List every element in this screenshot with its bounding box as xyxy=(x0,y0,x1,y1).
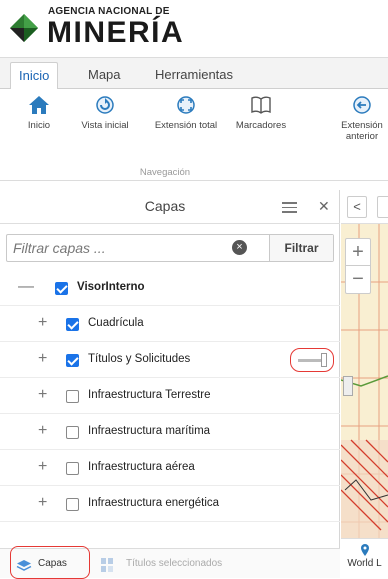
marcadores-button[interactable]: Marcadores xyxy=(232,95,290,131)
layer-label: Infraestructura energética xyxy=(88,497,220,509)
map-toolbar: < xyxy=(341,190,388,224)
full-extent-icon xyxy=(177,96,195,114)
layer-checkbox[interactable] xyxy=(66,318,79,331)
layer-checkbox[interactable] xyxy=(66,354,79,367)
layer-row: + Cuadrícula xyxy=(0,306,340,342)
zoom-control: + − xyxy=(345,238,371,294)
expand-icon[interactable]: + xyxy=(38,387,47,403)
layer-row: + Títulos y Solicitudes xyxy=(0,342,340,378)
agency-name: MINERÍA xyxy=(47,16,185,49)
capas-tab[interactable]: Capas xyxy=(38,558,67,569)
home-icon xyxy=(29,96,49,114)
layer-label: VisorInterno xyxy=(77,281,145,293)
vista-inicial-button[interactable]: Vista inicial xyxy=(72,95,138,131)
titulos-seleccionados-tab[interactable]: Títulos seleccionados xyxy=(126,558,222,569)
ribbon-tabbar: Inicio Mapa Herramientas xyxy=(0,57,388,90)
extension-anterior-label: Extensión xyxy=(341,120,383,131)
expand-icon[interactable]: + xyxy=(38,351,47,367)
layer-label: Cuadrícula xyxy=(88,317,144,329)
tab-inicio[interactable]: Inicio xyxy=(10,62,59,90)
layer-label: Títulos y Solicitudes xyxy=(88,353,191,365)
close-icon[interactable]: ✕ xyxy=(318,198,330,215)
basemap-label: World L xyxy=(347,558,382,569)
layer-label: Infraestructura marítima xyxy=(88,425,211,437)
collapse-icon[interactable]: — xyxy=(18,279,34,295)
layer-checkbox[interactable] xyxy=(66,498,79,511)
basemap-button[interactable]: World L xyxy=(341,538,388,571)
tab-mapa[interactable]: Mapa xyxy=(80,62,129,90)
map-next-button[interactable] xyxy=(377,196,388,218)
extension-anterior-label-2: anterior xyxy=(345,131,379,142)
panel-header: Capas ✕ xyxy=(0,190,340,224)
inicio-button[interactable]: Inicio xyxy=(22,95,56,131)
header: AGENCIA NACIONAL DE MINERÍA xyxy=(0,0,388,55)
extension-total-label: Extensión total xyxy=(154,120,218,131)
layer-row: + Infraestructura aérea xyxy=(0,450,340,486)
layer-label: Infraestructura Terrestre xyxy=(88,389,211,401)
layer-checkbox[interactable] xyxy=(66,390,79,403)
map-view[interactable]: < + − World L xyxy=(341,190,388,571)
layer-row: + Infraestructura energética xyxy=(0,486,340,522)
expand-icon[interactable]: + xyxy=(38,315,47,331)
slider-handle[interactable] xyxy=(321,353,327,367)
layer-row: + Infraestructura marítima xyxy=(0,414,340,450)
layer-row: + Infraestructura Terrestre xyxy=(0,378,340,414)
map-slider-handle[interactable] xyxy=(343,376,353,396)
expand-icon[interactable]: + xyxy=(38,495,47,511)
layer-row-root: — VisorInterno xyxy=(0,270,340,306)
tab-herramientas[interactable]: Herramientas xyxy=(147,62,241,90)
inicio-button-label: Inicio xyxy=(27,120,51,131)
clear-filter-icon[interactable]: × xyxy=(232,240,247,255)
layer-checkbox[interactable] xyxy=(55,282,68,295)
layer-checkbox[interactable] xyxy=(66,462,79,475)
ribbon: Inicio Vista inicial Extensión total Mar… xyxy=(0,89,388,181)
layer-label: Infraestructura aérea xyxy=(88,461,195,473)
vista-inicial-label: Vista inicial xyxy=(81,120,129,131)
extension-total-button[interactable]: Extensión total xyxy=(146,95,226,131)
map-pin-icon xyxy=(360,544,369,556)
panel-title: Capas xyxy=(144,198,186,214)
panel-bottom-tabs: Capas Títulos seleccionados xyxy=(0,546,340,579)
back-arrow-icon xyxy=(353,96,371,114)
ribbon-group-label: Navegación xyxy=(139,167,191,178)
bookmark-book-icon xyxy=(251,96,271,114)
agency-logo-icon xyxy=(10,14,38,42)
panel-menu-icon[interactable] xyxy=(282,202,297,216)
zoom-in-button[interactable]: + xyxy=(346,239,370,266)
zoom-out-button[interactable]: − xyxy=(346,266,370,293)
expand-icon[interactable]: + xyxy=(38,459,47,475)
layers-panel: Capas ✕ Filtrar capas ... × Filtrar — Vi… xyxy=(0,190,340,579)
layer-checkbox[interactable] xyxy=(66,426,79,439)
expand-icon[interactable]: + xyxy=(38,423,47,439)
refresh-icon xyxy=(96,96,114,114)
filter-bar: Filtrar capas ... × Filtrar xyxy=(6,234,334,262)
chevron-left-icon[interactable]: < xyxy=(347,196,367,218)
filter-button[interactable]: Filtrar xyxy=(269,235,333,261)
filter-input[interactable]: Filtrar capas ... xyxy=(13,240,106,256)
opacity-slider[interactable] xyxy=(290,348,334,372)
marcadores-label: Marcadores xyxy=(235,120,287,131)
extension-anterior-button[interactable]: Extensión anterior xyxy=(337,95,387,142)
